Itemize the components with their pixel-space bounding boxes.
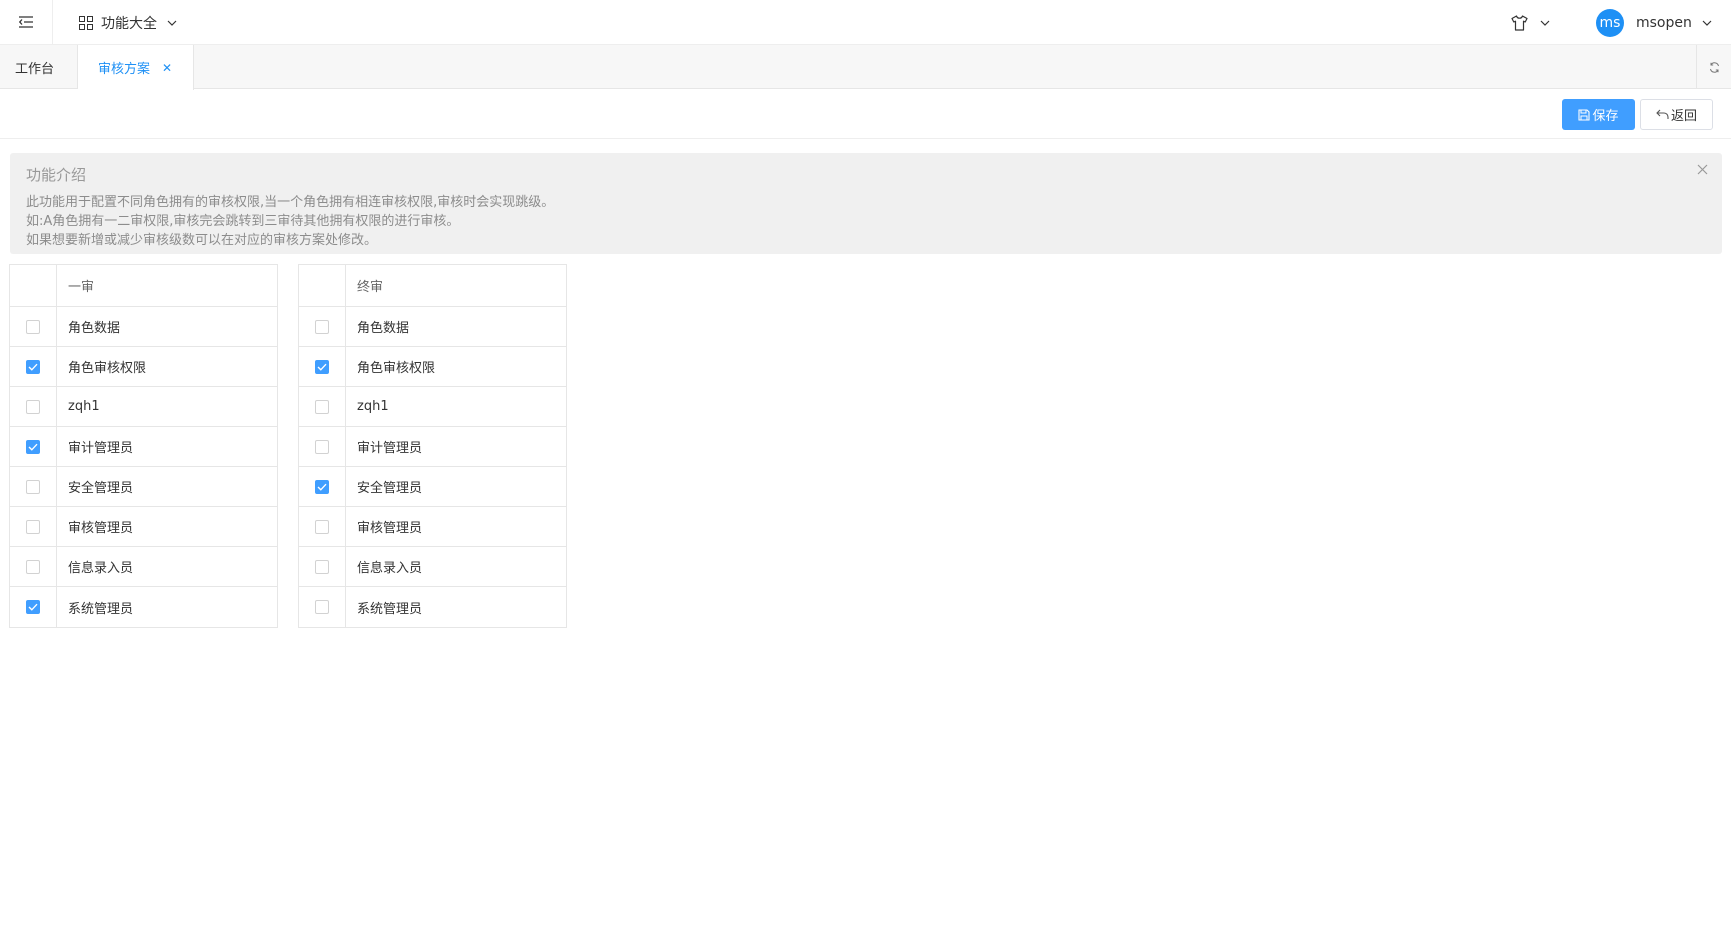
apps-grid-icon	[79, 16, 93, 30]
alert-line: 如:A角色拥有一二审权限,审核完会跳转到三审待其他拥有权限的进行审核。	[26, 214, 460, 229]
role-name: 信息录入员	[68, 561, 134, 576]
check-icon	[28, 363, 38, 371]
role-checkbox[interactable]	[26, 359, 40, 374]
role-checkbox[interactable]	[315, 319, 329, 334]
shirt-icon	[1511, 15, 1528, 31]
save-label: 保存	[1592, 109, 1619, 124]
role-name: 安全管理员	[357, 481, 423, 496]
role-name: zqh1	[68, 399, 100, 414]
check-icon	[317, 483, 327, 491]
table-header: 一审	[68, 280, 95, 295]
alert-title: 功能介绍	[26, 166, 87, 184]
app-menu-dropdown[interactable]: 功能大全	[79, 12, 177, 34]
first-review-table: 一审 角色数据 角色审核权限 zqh1 审计管理员 安全管理员 审核管理员 信息…	[9, 264, 278, 628]
table-row: 信息录入员	[10, 547, 277, 587]
theme-switch-button[interactable]	[1511, 12, 1550, 34]
save-icon	[1578, 108, 1591, 121]
app-menu-label: 功能大全	[101, 16, 157, 32]
role-checkbox[interactable]	[26, 559, 40, 574]
check-icon	[28, 443, 38, 451]
final-review-table: 终审 角色数据 角色审核权限 zqh1 审计管理员 安全管理员 审核管理员 信息…	[298, 264, 567, 628]
table-row: 安全管理员	[299, 467, 566, 507]
table-row: zqh1	[10, 387, 277, 427]
table-row: 角色审核权限	[10, 347, 277, 387]
back-label: 返回	[1670, 109, 1697, 124]
role-name: 角色数据	[68, 321, 121, 336]
role-checkbox[interactable]	[315, 479, 329, 494]
role-checkbox[interactable]	[315, 359, 329, 374]
header-checkbox-cell	[10, 265, 57, 306]
alert-close-button[interactable]	[1697, 164, 1708, 179]
table-row: 审计管理员	[10, 427, 277, 467]
alert-line: 如果想要新增或减少审核级数可以在对应的审核方案处修改。	[26, 233, 378, 248]
close-icon[interactable]: ✕	[162, 61, 172, 75]
role-name: 角色审核权限	[68, 361, 147, 376]
alert-line: 此功能用于配置不同角色拥有的审核权限,当一个角色拥有相连审核权限,审核时会实现跳…	[26, 195, 555, 210]
table-header: 终审	[357, 280, 384, 295]
avatar: ms	[1596, 9, 1624, 37]
back-button[interactable]: 返回	[1640, 99, 1713, 130]
header-checkbox-cell	[299, 265, 346, 306]
table-row: 系统管理员	[299, 587, 566, 627]
role-name: 系统管理员	[357, 601, 423, 617]
role-checkbox[interactable]	[26, 519, 40, 534]
back-icon	[1656, 109, 1669, 119]
refresh-icon	[1709, 61, 1719, 73]
table-row: 角色数据	[299, 307, 566, 347]
tab-bar: 工作台 审核方案 ✕	[0, 45, 1731, 90]
check-icon	[317, 363, 327, 371]
role-name: 审核管理员	[357, 521, 423, 536]
save-button[interactable]: 保存	[1562, 99, 1635, 130]
table-row: 审核管理员	[10, 507, 277, 547]
table-row: 审核管理员	[299, 507, 566, 547]
user-menu[interactable]: ms msopen	[1596, 9, 1712, 37]
tab-label: 审核方案	[98, 62, 151, 77]
table-header-row: 一审	[10, 265, 277, 307]
chevron-down-icon	[167, 20, 177, 26]
role-name: 审核管理员	[68, 521, 134, 536]
tab-workbench[interactable]: 工作台	[0, 45, 78, 89]
close-icon	[1697, 164, 1708, 175]
table-header-row: 终审	[299, 265, 566, 307]
role-checkbox[interactable]	[315, 399, 329, 414]
table-row: 安全管理员	[10, 467, 277, 507]
action-bar: 保存 返回	[0, 89, 1731, 139]
menu-fold-icon	[19, 16, 33, 28]
role-name: 系统管理员	[68, 601, 134, 617]
role-checkbox[interactable]	[26, 319, 40, 334]
tab-label: 工作台	[15, 61, 55, 77]
role-name: zqh1	[357, 399, 389, 414]
role-checkbox[interactable]	[26, 399, 40, 414]
role-checkbox[interactable]	[26, 479, 40, 494]
role-checkbox[interactable]	[26, 600, 40, 614]
role-name: 角色审核权限	[357, 361, 436, 376]
table-row: 信息录入员	[299, 547, 566, 587]
role-checkbox[interactable]	[315, 559, 329, 574]
info-alert: 功能介绍 此功能用于配置不同角色拥有的审核权限,当一个角色拥有相连审核权限,审核…	[10, 153, 1722, 254]
role-name: 审计管理员	[68, 441, 134, 456]
role-name: 安全管理员	[68, 481, 134, 496]
table-row: zqh1	[299, 387, 566, 427]
role-name: 信息录入员	[357, 561, 423, 576]
role-name: 角色数据	[357, 321, 410, 336]
table-row: 角色审核权限	[299, 347, 566, 387]
chevron-down-icon	[1540, 20, 1550, 26]
role-checkbox[interactable]	[315, 600, 329, 614]
table-row: 角色数据	[10, 307, 277, 347]
role-checkbox[interactable]	[315, 519, 329, 534]
role-checkbox[interactable]	[315, 439, 329, 454]
tab-audit-scheme[interactable]: 审核方案 ✕	[78, 45, 194, 90]
refresh-button[interactable]	[1696, 45, 1731, 89]
top-header: 功能大全 ms msopen	[0, 0, 1731, 45]
role-name: 审计管理员	[357, 441, 423, 456]
role-checkbox[interactable]	[26, 439, 40, 454]
chevron-down-icon	[1702, 20, 1712, 26]
sidebar-toggle-button[interactable]	[0, 0, 53, 44]
table-row: 系统管理员	[10, 587, 277, 627]
check-icon	[28, 603, 38, 611]
user-name: msopen	[1636, 15, 1692, 31]
table-row: 审计管理员	[299, 427, 566, 467]
